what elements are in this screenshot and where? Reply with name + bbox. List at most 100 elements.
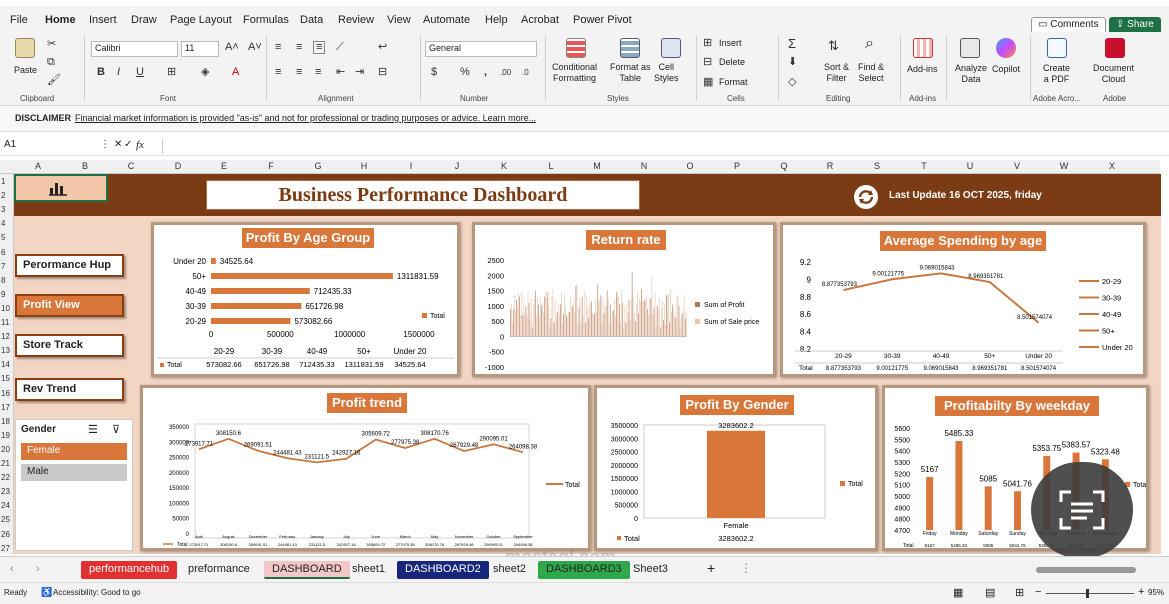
clear-filter-icon[interactable]: ⊽: [112, 423, 120, 436]
panel-profit-by-age[interactable]: Profit By Age Group Under 20 34525.64 50+ 1…: [151, 222, 460, 377]
row-header[interactable]: 19: [1, 431, 10, 440]
sheet-tab-preformance[interactable]: preformance: [180, 561, 258, 579]
menu-acrobat[interactable]: Acrobat: [521, 14, 559, 26]
nav-rev-trend-button[interactable]: Rev Trend: [15, 378, 124, 401]
paste-icon[interactable]: [15, 38, 35, 58]
row-header[interactable]: 2: [1, 191, 5, 200]
merge-center-icon[interactable]: ⊟: [378, 67, 387, 78]
column-header[interactable]: T: [914, 161, 934, 171]
sort-filter-label[interactable]: Sort & Filter: [824, 62, 849, 84]
delete-cells-icon[interactable]: ⊟: [703, 57, 712, 68]
column-header[interactable]: R: [820, 161, 840, 171]
panel-return-rate[interactable]: Return rate 2500 2000 1500 1000 500 0 -500 -100…: [472, 222, 776, 377]
column-header[interactable]: O: [680, 161, 700, 171]
row-header[interactable]: 12: [1, 332, 10, 341]
multi-select-icon[interactable]: ☰: [88, 423, 98, 436]
column-header[interactable]: X: [1102, 161, 1122, 171]
row-header[interactable]: 3: [1, 205, 5, 214]
scan-overlay-button[interactable]: [1031, 462, 1133, 558]
row-header[interactable]: 24: [1, 501, 10, 510]
menu-formulas[interactable]: Formulas: [243, 14, 289, 26]
comma-icon[interactable]: ,: [484, 67, 487, 78]
format-painter-icon[interactable]: 🖌: [47, 75, 61, 86]
menu-insert[interactable]: Insert: [89, 14, 117, 26]
align-top-icon[interactable]: ≡: [275, 42, 281, 53]
column-header[interactable]: I: [401, 161, 421, 171]
create-pdf-icon[interactable]: [1047, 38, 1067, 58]
menu-home[interactable]: Home: [45, 14, 76, 26]
row-header[interactable]: 17: [1, 403, 10, 412]
column-header[interactable]: H: [354, 161, 374, 171]
column-header[interactable]: E: [214, 161, 234, 171]
sheet-tab-sheet3[interactable]: Sheet3: [625, 561, 676, 579]
nav-store-track-button[interactable]: Store Track: [15, 334, 124, 357]
fx-icon[interactable]: fx: [136, 139, 144, 151]
font-name-combo[interactable]: Calibri: [91, 41, 178, 57]
normal-view-icon[interactable]: ▦: [953, 586, 963, 599]
sheet-tab-sheet2[interactable]: sheet2: [485, 561, 534, 579]
row-header[interactable]: 18: [1, 417, 10, 426]
analyze-data-label[interactable]: Analyze Data: [955, 63, 987, 85]
cell-styles-label[interactable]: Cell Styles: [654, 62, 679, 84]
document-cloud-icon[interactable]: [1105, 38, 1125, 58]
column-header[interactable]: G: [308, 161, 328, 171]
row-header[interactable]: 1: [1, 177, 5, 186]
menu-power-pivot[interactable]: Power Pivot: [573, 14, 632, 26]
borders-icon[interactable]: ⊞: [167, 67, 176, 78]
underline-icon[interactable]: U: [136, 67, 144, 78]
row-header[interactable]: 21: [1, 459, 10, 468]
zoom-in-icon[interactable]: +: [1138, 586, 1144, 598]
row-header[interactable]: 20: [1, 445, 10, 454]
menu-file[interactable]: File: [10, 14, 28, 26]
decrease-decimal-icon[interactable]: .0: [522, 67, 529, 78]
sheet-tab-dashboard[interactable]: DASHBOARD: [264, 561, 350, 579]
sheet-tab-performancehub[interactable]: performancehub: [81, 561, 178, 579]
align-right-icon[interactable]: ≡: [315, 67, 321, 78]
insert-cells-label[interactable]: Insert: [719, 38, 742, 48]
row-header[interactable]: 7: [1, 262, 5, 271]
font-color-icon[interactable]: A: [232, 67, 239, 78]
tabs-menu-icon[interactable]: ⋮: [740, 561, 752, 575]
cut-icon[interactable]: ✂: [47, 39, 56, 50]
column-header[interactable]: J: [447, 161, 467, 171]
name-box[interactable]: A1: [2, 139, 98, 154]
disclaimer-link[interactable]: Financial market information is provided…: [75, 113, 536, 123]
column-header[interactable]: C: [121, 161, 141, 171]
align-center-icon[interactable]: ≡: [296, 67, 302, 78]
addins-label[interactable]: Add-ins: [907, 64, 938, 74]
percent-icon[interactable]: %: [460, 67, 470, 78]
italic-icon[interactable]: I: [117, 67, 120, 78]
row-header[interactable]: 15: [1, 374, 10, 383]
row-header[interactable]: 9: [1, 290, 5, 299]
copy-icon[interactable]: ⧉: [47, 57, 55, 68]
format-cells-label[interactable]: Format: [719, 77, 748, 87]
enter-icon[interactable]: ✓: [124, 139, 132, 150]
row-header[interactable]: 25: [1, 515, 10, 524]
horizontal-scrollbar[interactable]: [1036, 567, 1136, 573]
conditional-formatting-label[interactable]: Conditional Formatting: [552, 62, 597, 84]
addins-icon[interactable]: [913, 38, 933, 58]
bold-icon[interactable]: B: [97, 67, 105, 78]
analyze-data-icon[interactable]: [960, 38, 980, 58]
column-header[interactable]: B: [75, 161, 95, 171]
zoom-slider[interactable]: [1046, 593, 1134, 594]
row-header[interactable]: 14: [1, 360, 10, 369]
zoom-level[interactable]: 95%: [1148, 588, 1164, 597]
currency-icon[interactable]: $: [431, 67, 437, 78]
copilot-icon[interactable]: [996, 38, 1016, 58]
column-header[interactable]: Q: [774, 161, 794, 171]
row-header[interactable]: 6: [1, 248, 5, 257]
menu-page-layout[interactable]: Page Layout: [170, 14, 232, 26]
number-format-combo[interactable]: General: [425, 41, 537, 57]
format-as-table-icon[interactable]: [620, 38, 640, 58]
menu-review[interactable]: Review: [338, 14, 374, 26]
row-header[interactable]: 13: [1, 346, 10, 355]
sheet-tab-sheet1[interactable]: sheet1: [344, 561, 393, 579]
cancel-icon[interactable]: ✕: [114, 139, 122, 150]
menu-help[interactable]: Help: [485, 14, 508, 26]
row-header[interactable]: 23: [1, 487, 10, 496]
column-header[interactable]: L: [541, 161, 561, 171]
fill-color-icon[interactable]: ◈: [201, 67, 209, 78]
row-header[interactable]: 8: [1, 276, 5, 285]
row-header[interactable]: 27: [1, 544, 10, 553]
